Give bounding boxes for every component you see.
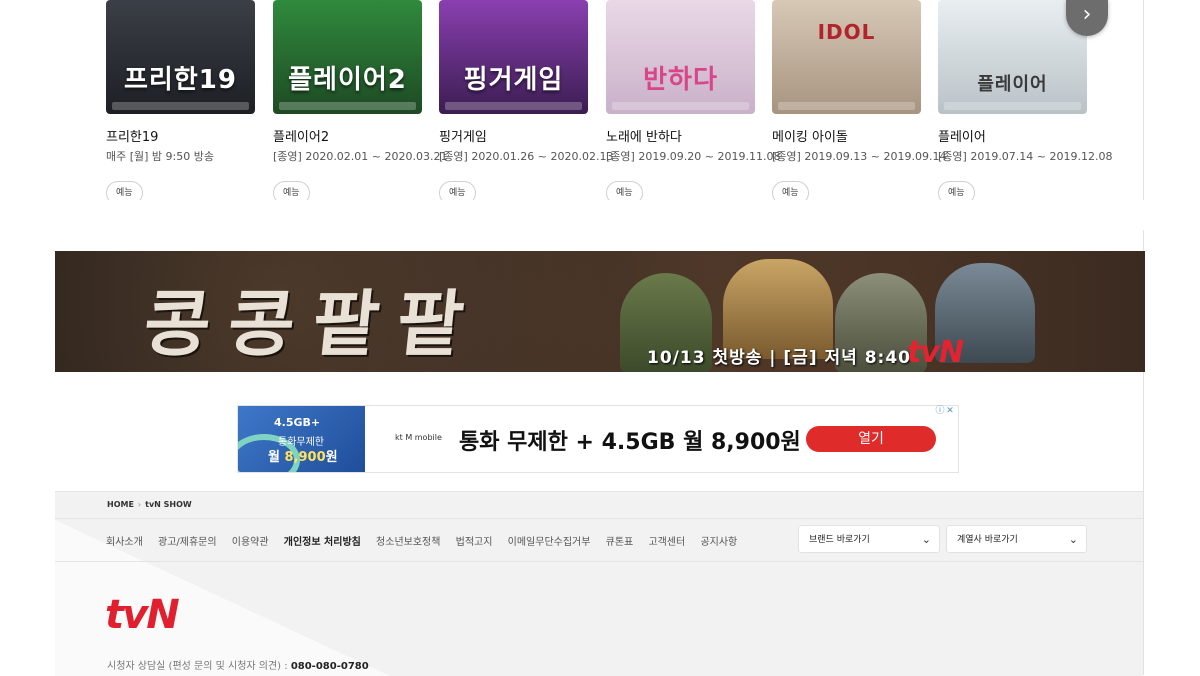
breadcrumb: HOME › tvN SHOW bbox=[107, 500, 192, 509]
footer-link-notice[interactable]: 공지사항 bbox=[700, 537, 737, 548]
affiliate-select-label: 계열사 바로가기 bbox=[957, 535, 1018, 545]
footer-link-ads[interactable]: 광고/제휴문의 bbox=[158, 537, 217, 548]
show-title[interactable]: 핑거게임 bbox=[439, 126, 487, 145]
poster-strip bbox=[944, 102, 1081, 110]
section-gap bbox=[0, 200, 1200, 230]
site-footer: HOME › tvN SHOW 회사소개 광고/제휴문의 이용약관 개인정보 처리방… bbox=[55, 491, 1143, 676]
show-poster[interactable]: 플레이어 bbox=[938, 0, 1087, 114]
ad-price-prefix: 월 bbox=[268, 450, 285, 465]
poster-strip bbox=[279, 102, 416, 110]
show-card[interactable]: 프리한19 프리한19 매주 [월] 밤 9:50 방송 예능 bbox=[106, 0, 255, 205]
show-list: 프리한19 프리한19 매주 [월] 밤 9:50 방송 예능 플레이어2 플레… bbox=[106, 0, 1113, 205]
poster-strip bbox=[778, 102, 915, 110]
show-poster[interactable]: 반하다 bbox=[606, 0, 755, 114]
show-date: [종영] 2020.02.01 ~ 2020.03.21 bbox=[273, 150, 448, 163]
poster-strip bbox=[112, 102, 249, 110]
contact-phone: 080-080-0780 bbox=[290, 661, 369, 672]
footer-link-email[interactable]: 이메일무단수집거부 bbox=[508, 537, 591, 548]
show-poster[interactable]: 프리한19 bbox=[106, 0, 255, 114]
chevron-down-icon: ⌄ bbox=[921, 533, 931, 546]
contact-label: 시청자 상담실 (편성 문의 및 시청자 의견) : bbox=[107, 661, 291, 672]
show-card[interactable]: IDOL 메이킹 아이돌 [종영] 2019.09.13 ~ 2019.09.1… bbox=[772, 0, 947, 205]
advertisement[interactable]: 4.5GB+ 통화무제한 월 8,900원 kt M mobile 통화 무제한… bbox=[237, 405, 959, 473]
ad-price-value: 8,900 bbox=[284, 450, 326, 465]
show-title[interactable]: 플레이어2 bbox=[273, 126, 329, 145]
ad-choices[interactable]: ⓘ ✕ bbox=[935, 406, 957, 418]
divider bbox=[55, 518, 1143, 519]
show-date: [종영] 2019.09.20 ~ 2019.11.08 bbox=[606, 150, 781, 163]
ad-image-price: 월 8,900원 bbox=[268, 446, 338, 465]
footer-link-schedule[interactable]: 큐톤표 bbox=[606, 537, 634, 548]
poster-title: 플레이어 bbox=[977, 74, 1048, 95]
show-title[interactable]: 플레이어 bbox=[938, 126, 986, 145]
brand-select[interactable]: 브랜드 바로가기 ⌄ bbox=[798, 525, 940, 553]
chevron-right-icon: › bbox=[1082, 2, 1092, 27]
show-card[interactable]: 플레이어 플레이어 [종영] 2019.07.14 ~ 2019.12.08 예… bbox=[938, 0, 1113, 205]
show-poster[interactable]: 플레이어2 bbox=[273, 0, 422, 114]
contact-info: 시청자 상담실 (편성 문의 및 시청자 의견) : 080-080-0780 bbox=[107, 657, 369, 672]
tvn-logo[interactable]: tvN bbox=[105, 592, 180, 638]
ad-brand-logo: kt M mobile bbox=[395, 433, 442, 442]
show-poster[interactable]: 핑거게임 bbox=[439, 0, 588, 114]
poster-title: 핑거게임 bbox=[463, 65, 564, 95]
promo-banner[interactable]: 콩콩팥팥 10/13 첫방송 | [금] 저녁 8:40 tvN bbox=[55, 251, 1145, 372]
chevron-down-icon: ⌄ bbox=[1068, 533, 1078, 546]
ad-open-button[interactable]: 열기 bbox=[806, 426, 936, 452]
poster-strip bbox=[612, 102, 749, 110]
poster-title: 반하다 bbox=[643, 65, 718, 95]
show-title[interactable]: 메이킹 아이돌 bbox=[772, 126, 848, 145]
footer-links: 회사소개 광고/제휴문의 이용약관 개인정보 처리방침 청소년보호정책 법적고지… bbox=[106, 533, 749, 548]
ad-image-line: 4.5GB+ bbox=[274, 416, 321, 429]
show-date: [종영] 2019.07.14 ~ 2019.12.08 bbox=[938, 150, 1113, 163]
ad-headline[interactable]: 통화 무제한 + 4.5GB 월 8,900원 bbox=[459, 424, 801, 456]
footer-link-support[interactable]: 고객센터 bbox=[648, 537, 685, 548]
show-card[interactable]: 핑거게임 핑거게임 [종영] 2020.01.26 ~ 2020.02.13 예… bbox=[439, 0, 614, 205]
footer-link-terms[interactable]: 이용약관 bbox=[232, 537, 269, 548]
show-date: [종영] 2019.09.13 ~ 2019.09.14 bbox=[772, 150, 947, 163]
footer-link-privacy[interactable]: 개인정보 처리방침 bbox=[284, 537, 361, 548]
ad-price-suffix: 원 bbox=[325, 450, 338, 465]
poster-title: IDOL bbox=[817, 20, 876, 44]
breadcrumb-home[interactable]: HOME bbox=[107, 500, 134, 509]
poster-strip bbox=[445, 102, 582, 110]
ad-image[interactable]: 4.5GB+ 통화무제한 월 8,900원 bbox=[238, 406, 365, 472]
poster-title: 프리한19 bbox=[124, 65, 237, 95]
show-card[interactable]: 반하다 노래에 반하다 [종영] 2019.09.20 ~ 2019.11.08… bbox=[606, 0, 781, 205]
show-date: 매주 [월] 밤 9:50 방송 bbox=[106, 150, 214, 163]
affiliate-select[interactable]: 계열사 바로가기 ⌄ bbox=[946, 525, 1087, 553]
tvn-logo: tvN bbox=[907, 335, 964, 370]
breadcrumb-current[interactable]: tvN SHOW bbox=[145, 500, 192, 509]
show-date: [종영] 2020.01.26 ~ 2020.02.13 bbox=[439, 150, 614, 163]
footer-link-legal[interactable]: 법적고지 bbox=[456, 537, 493, 548]
chevron-right-icon: › bbox=[137, 500, 142, 509]
show-title[interactable]: 노래에 반하다 bbox=[606, 126, 682, 145]
footer-link-youth[interactable]: 청소년보호정책 bbox=[376, 537, 440, 548]
show-poster[interactable]: IDOL bbox=[772, 0, 921, 114]
adchoices-icon[interactable]: ⓘ bbox=[935, 406, 945, 417]
banner-title: 콩콩팥팥 bbox=[139, 281, 486, 366]
brand-select-label: 브랜드 바로가기 bbox=[809, 535, 870, 545]
close-icon[interactable]: ✕ bbox=[945, 406, 955, 417]
banner-caption: 10/13 첫방송 | [금] 저녁 8:40 bbox=[647, 348, 911, 368]
show-title[interactable]: 프리한19 bbox=[106, 126, 158, 145]
footer-link-company[interactable]: 회사소개 bbox=[106, 537, 143, 548]
poster-title: 플레이어2 bbox=[288, 65, 407, 95]
show-card[interactable]: 플레이어2 플레이어2 [종영] 2020.02.01 ~ 2020.03.21… bbox=[273, 0, 448, 205]
divider bbox=[55, 561, 1143, 562]
